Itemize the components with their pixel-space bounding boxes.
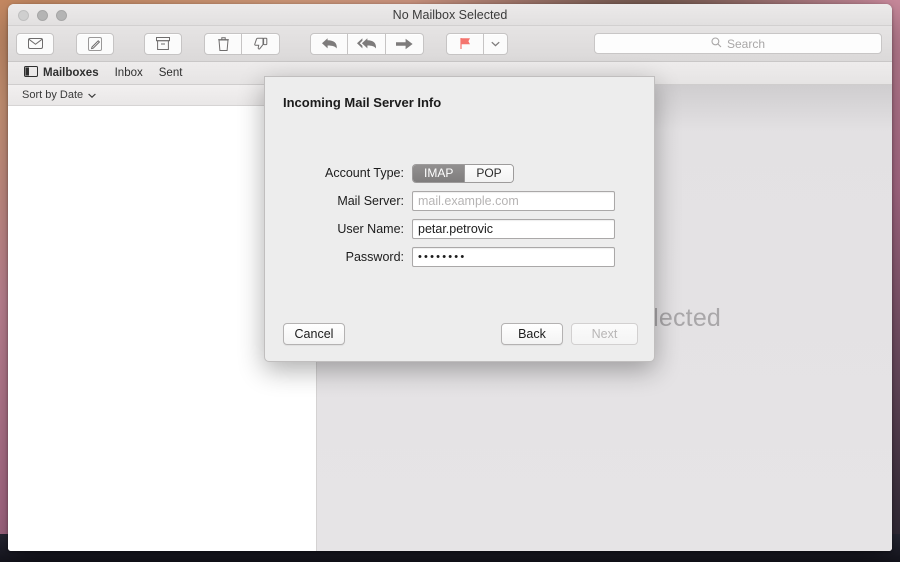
account-type-segmented-control[interactable]: IMAP POP bbox=[412, 163, 514, 183]
sidebar-item-inbox-label: Inbox bbox=[114, 67, 143, 79]
compose-button[interactable] bbox=[76, 32, 114, 55]
window-titlebar: No Mailbox Selected bbox=[8, 4, 892, 26]
get-mail-button[interactable] bbox=[16, 32, 54, 55]
toolbar-group-flag bbox=[446, 32, 508, 55]
account-type-option-pop[interactable]: POP bbox=[464, 164, 513, 182]
reply-button[interactable] bbox=[310, 32, 348, 55]
back-button[interactable]: Back bbox=[501, 323, 563, 345]
search-icon bbox=[711, 35, 722, 53]
next-button: Next bbox=[571, 323, 638, 345]
reply-all-button[interactable] bbox=[348, 32, 386, 55]
password-label: Password: bbox=[345, 250, 404, 264]
mail-server-input[interactable]: mail.example.com bbox=[412, 191, 615, 211]
delete-button[interactable] bbox=[204, 32, 242, 55]
toolbar-group-mail bbox=[16, 32, 54, 55]
user-name-label: User Name: bbox=[337, 222, 404, 236]
account-type-label: Account Type: bbox=[325, 166, 404, 180]
account-type-row: Account Type: IMAP POP bbox=[265, 159, 654, 187]
sidebar-toggle-icon bbox=[24, 66, 38, 80]
toolbar-group-reply bbox=[310, 32, 424, 55]
sheet-title: Incoming Mail Server Info bbox=[283, 95, 442, 110]
mail-window: No Mailbox Selected Search Mailboxes Inb… bbox=[8, 4, 892, 551]
toolbar-group-archive bbox=[144, 32, 182, 55]
main-toolbar: Search bbox=[8, 26, 892, 62]
forward-button[interactable] bbox=[386, 32, 424, 55]
search-container: Search bbox=[594, 33, 882, 54]
flag-menu-button[interactable] bbox=[484, 32, 508, 55]
incoming-mail-server-sheet: Incoming Mail Server Info Account Type: … bbox=[264, 76, 655, 362]
account-type-option-imap[interactable]: IMAP bbox=[413, 164, 465, 182]
password-input[interactable]: •••••••• bbox=[412, 247, 615, 267]
mail-server-label: Mail Server: bbox=[337, 194, 404, 208]
sidebar-item-sent[interactable]: Sent bbox=[159, 67, 183, 79]
sidebar-item-inbox[interactable]: Inbox bbox=[115, 67, 143, 79]
sheet-button-bar: Cancel Back Next bbox=[265, 323, 654, 345]
user-name-input[interactable]: petar.petrovic bbox=[412, 219, 615, 239]
sheet-form: Account Type: IMAP POP Mail Server: mail… bbox=[265, 159, 654, 271]
flag-button[interactable] bbox=[446, 32, 484, 55]
mail-server-row: Mail Server: mail.example.com bbox=[265, 187, 654, 215]
sidebar-item-sent-label: Sent bbox=[158, 67, 183, 79]
cancel-button[interactable]: Cancel bbox=[283, 323, 345, 345]
search-input[interactable]: Search bbox=[594, 33, 882, 54]
user-name-row: User Name: petar.petrovic bbox=[265, 215, 654, 243]
sort-label: Sort by Date bbox=[22, 89, 84, 101]
toolbar-group-compose bbox=[76, 32, 114, 55]
search-placeholder: Search bbox=[726, 36, 766, 51]
password-row: Password: •••••••• bbox=[265, 243, 654, 271]
sidebar-item-mailboxes-label: Mailboxes bbox=[43, 67, 99, 79]
junk-button[interactable] bbox=[242, 32, 280, 55]
toolbar-group-delete-junk bbox=[204, 32, 280, 55]
window-title: No Mailbox Selected bbox=[392, 8, 508, 22]
password-masked-value: •••••••• bbox=[418, 251, 467, 263]
archive-button[interactable] bbox=[144, 32, 182, 55]
chevron-down-icon bbox=[88, 89, 96, 101]
sidebar-item-mailboxes[interactable]: Mailboxes bbox=[24, 66, 99, 80]
